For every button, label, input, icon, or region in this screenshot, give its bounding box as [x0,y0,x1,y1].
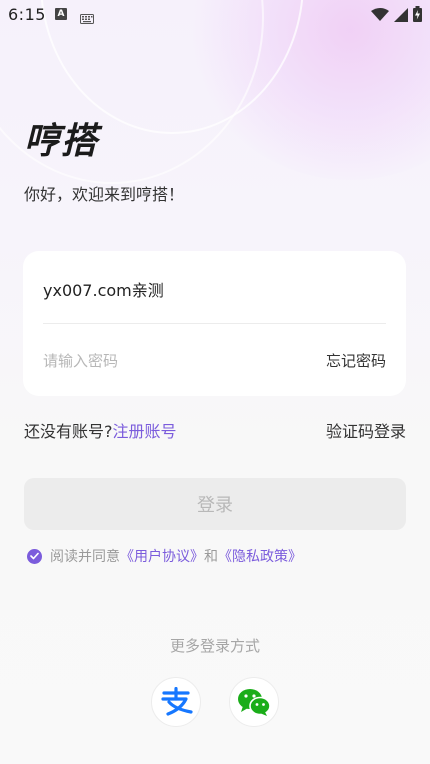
battery-charging-icon [413,6,422,26]
wechat-login-button[interactable] [229,677,279,727]
wifi-icon [371,7,389,26]
login-button[interactable]: 登录 [24,478,406,530]
status-time: 6:15 [8,5,46,24]
register-link[interactable]: 注册账号 [113,422,177,441]
privacy-policy-link[interactable]: 《隐私政策》 [218,546,302,566]
app-logo: 哼搭 [24,121,99,162]
forgot-password-link[interactable]: 忘记密码 [326,350,386,371]
alipay-icon [161,687,193,716]
agreement-checkbox[interactable] [27,548,42,564]
account-input[interactable]: yx007.com亲测 [43,277,164,301]
login-button-label: 登录 [197,495,233,516]
status-bar: 6:15 A [0,0,430,30]
more-login-title: 更多登录方式 [169,637,260,655]
wechat-icon [238,689,271,716]
code-login-link[interactable]: 验证码登录 [326,418,406,442]
divider [43,323,386,324]
keyboard-icon [80,9,94,28]
alipay-login-button[interactable] [151,677,201,727]
password-input[interactable]: 请输入密码 [43,350,118,371]
login-card: yx007.com亲测 请输入密码 忘记密码 [23,251,406,396]
signal-icon [394,7,408,26]
agreement-and: 和 [204,549,218,565]
a-indicator-icon: A [55,8,67,20]
user-agreement-link[interactable]: 《用户协议》 [120,546,204,566]
no-account-text: 还没有账号? [24,422,113,441]
agreement-prefix: 阅读并同意 [50,549,120,565]
agreement-row: 阅读并同意 《用户协议》 和 《隐私政策》 [27,546,302,566]
check-icon [30,552,39,560]
welcome-text: 你好，欢迎来到哼搭！ [24,185,185,204]
register-row: 还没有账号?注册账号 [24,418,177,442]
